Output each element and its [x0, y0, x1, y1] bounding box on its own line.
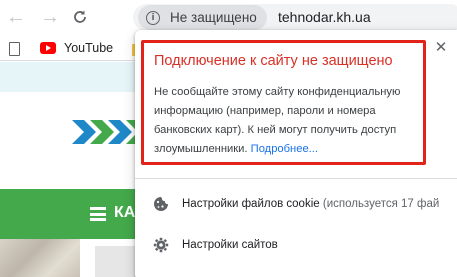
learn-more-link[interactable]: Подробнее...	[251, 143, 318, 155]
security-warning-box: Подключение к сайту не защищено Не сообщ…	[141, 40, 426, 165]
gear-icon	[153, 237, 169, 253]
menu-icon[interactable]	[90, 207, 106, 221]
bookmark-label: YouTube	[64, 41, 114, 55]
security-chip[interactable]: i Не защищено	[138, 5, 267, 30]
info-icon: i	[146, 10, 160, 25]
site-settings-row[interactable]: Настройки сайтов	[135, 230, 457, 260]
catalog-menu-text[interactable]: КА	[114, 204, 135, 222]
page-image	[0, 239, 80, 277]
close-icon[interactable]: ✕	[434, 40, 448, 55]
forward-arrow-icon[interactable]: →	[40, 7, 60, 28]
bookmark-youtube[interactable]: YouTube	[40, 41, 113, 55]
site-settings-label: Настройки сайтов	[182, 239, 278, 251]
cookie-settings-row[interactable]: Настройки файлов cookie (используется 17…	[135, 189, 457, 219]
page-icon[interactable]	[9, 42, 21, 56]
cookie-settings-label: Настройки файлов cookie (используется 17…	[182, 198, 439, 210]
warning-title: Подключение к сайту не защищено	[154, 53, 393, 69]
cookie-count-note: (используется 17 фай	[322, 198, 440, 210]
url-text[interactable]: tehnodar.kh.ua	[278, 9, 371, 25]
security-chip-label: Не защищено	[170, 10, 257, 25]
reload-icon[interactable]	[70, 8, 90, 28]
cookie-settings-title: Настройки файлов cookie	[182, 198, 320, 210]
cookie-icon	[153, 196, 169, 212]
warning-text: Не сообщайте этому сайту конфиденциальну…	[154, 83, 422, 159]
youtube-icon	[40, 42, 56, 54]
site-info-popup: Подключение к сайту не защищено Не сообщ…	[135, 30, 457, 277]
divider	[135, 178, 457, 179]
back-arrow-icon[interactable]: ←	[6, 7, 26, 28]
